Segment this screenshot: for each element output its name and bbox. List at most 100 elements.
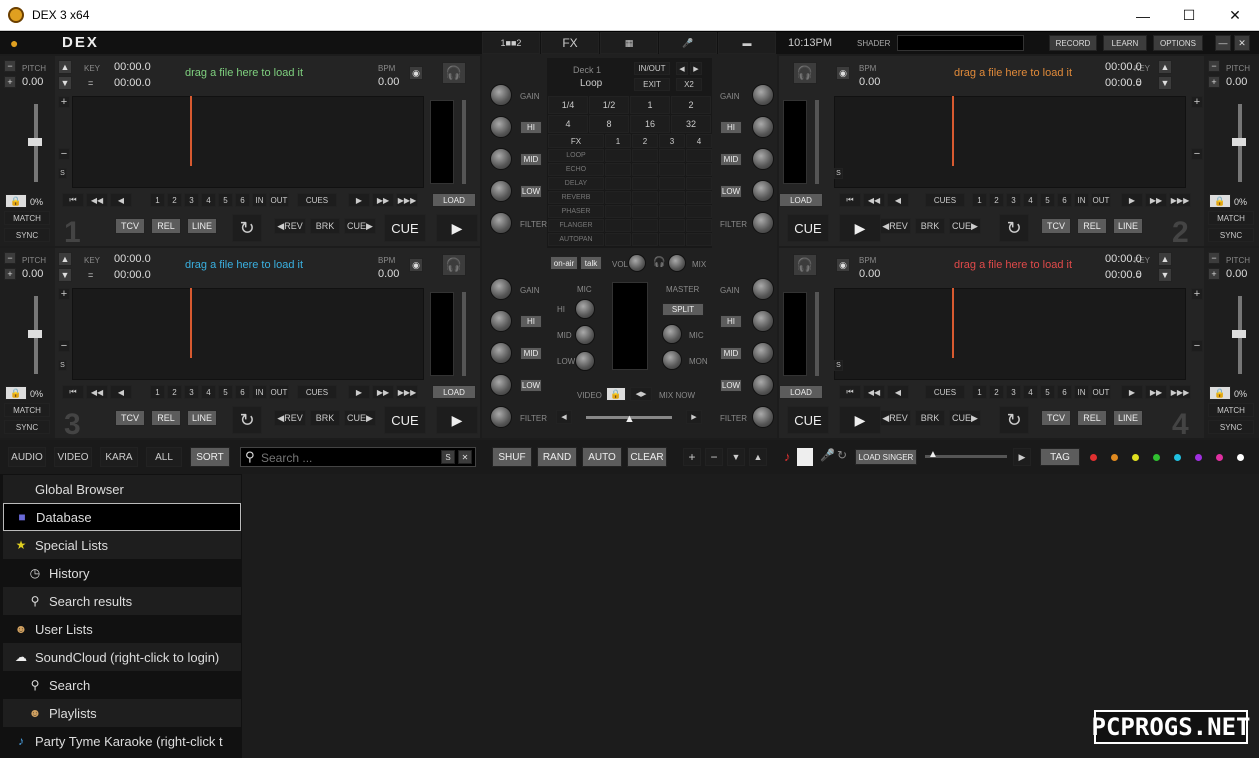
loop-size-4[interactable]: 4 [548, 115, 588, 133]
filter-audio-button[interactable]: AUDIO [8, 447, 46, 467]
deck1-hotcue-3[interactable]: 3 [184, 193, 199, 207]
crossfader-thumb[interactable]: ▲ [624, 413, 635, 429]
deck1-loop-out-button[interactable]: OUT [269, 193, 289, 207]
singer-next-button[interactable]: ▶ [1013, 448, 1031, 466]
fx-cell-6-3[interactable] [686, 233, 712, 246]
sidebar-item-3[interactable]: ◷ History [3, 559, 241, 587]
app-minimize-button[interactable]: — [1215, 35, 1231, 51]
mixer-right-top-filter-knob[interactable] [752, 212, 774, 234]
deck1-hotcue-6[interactable]: 6 [235, 193, 250, 207]
loop-size-7[interactable]: 32 [671, 115, 711, 133]
fx-cell-6-0[interactable] [605, 233, 631, 246]
minimize-button[interactable]: — [1120, 0, 1166, 31]
mixer-left-bottom-mid-knob[interactable] [490, 342, 512, 364]
maximize-button[interactable]: ☐ [1166, 0, 1212, 31]
deck3-transport-fwd-0[interactable]: ▶ [348, 385, 370, 399]
mic-mlow-knob[interactable] [575, 351, 595, 371]
deck2-hotcue-3[interactable]: 3 [1006, 193, 1021, 207]
deck2-play-button[interactable]: ▶ [839, 214, 881, 242]
deck4-hotcue-1[interactable]: 1 [972, 385, 987, 399]
deck2-key-down-button[interactable]: ▼ [1158, 76, 1172, 90]
shader-select[interactable] [897, 35, 1024, 51]
fx-cell-2-2[interactable] [659, 177, 685, 190]
close-button[interactable]: ✕ [1212, 0, 1258, 31]
video-swap-button[interactable]: ◀▶ [630, 387, 652, 401]
fx-cell-2-3[interactable] [686, 177, 712, 190]
deck4-reverse-button[interactable]: ◀REV [879, 410, 911, 426]
deck2-hotcue-6[interactable]: 6 [1057, 193, 1072, 207]
fx-cell-2-1[interactable] [632, 177, 658, 190]
mixer-right-bottom-mid-button[interactable]: MID [720, 347, 742, 360]
deck1-sync-loop-icon[interactable]: ↻ [232, 214, 262, 242]
deck4-pitch-plus-button[interactable]: + [1208, 268, 1220, 280]
fx-cell-6-1[interactable] [632, 233, 658, 246]
clear-button[interactable]: CLEAR [627, 447, 667, 467]
deck4-zoom-out-button[interactable]: − [1191, 340, 1203, 352]
deck2-hotcue-2[interactable]: 2 [989, 193, 1004, 207]
deck3-rel-button[interactable]: REL [151, 410, 181, 426]
deck2-loop-out-button[interactable]: OUT [1091, 193, 1111, 207]
deck4-transport-back-0[interactable]: ⏮ [839, 385, 861, 399]
deck2-brake-button[interactable]: BRK [915, 218, 945, 234]
fx-col-1[interactable]: 1 [605, 134, 631, 148]
deck3-hotcue-2[interactable]: 2 [167, 385, 182, 399]
tag-button[interactable]: TAG [1040, 448, 1080, 466]
shuffle-button[interactable]: SHUF [492, 447, 532, 467]
deck2-line-button[interactable]: LINE [1113, 218, 1143, 234]
mix-knob[interactable] [668, 254, 686, 272]
inout-button[interactable]: IN/OUT [634, 62, 670, 75]
fx-cell-5-1[interactable] [632, 219, 658, 232]
playlist-remove-button[interactable]: − [705, 448, 723, 466]
mixer-left-top-filter-knob[interactable] [490, 212, 512, 234]
deck4-loop-out-button[interactable]: OUT [1091, 385, 1111, 399]
deck4-sync-button[interactable]: SYNC [1208, 420, 1254, 434]
deck1-transport-back-0[interactable]: ⏮ [62, 193, 84, 207]
deck1-hotcue-4[interactable]: 4 [201, 193, 216, 207]
deck1-load-button[interactable]: LOAD [432, 193, 476, 207]
deck3-pitch-slider-thumb[interactable] [28, 330, 42, 338]
sidebar-item-8[interactable]: ☻ Playlists [3, 699, 241, 727]
deck2-tcv-button[interactable]: TCV [1041, 218, 1071, 234]
deck3-sync-loop-icon[interactable]: ↻ [232, 406, 262, 434]
sidebar-item-6[interactable]: ☁ SoundCloud (right-click to login) [3, 643, 241, 671]
split-button[interactable]: SPLIT [662, 303, 704, 316]
deck2-headphones-icon[interactable]: 🎧 [793, 62, 817, 84]
mic-icon[interactable]: 🎤 [820, 448, 835, 462]
deck2-pitch-minus-button[interactable]: − [1208, 60, 1220, 72]
tab-grid[interactable]: ▦ [600, 32, 658, 54]
mixer-left-top-hi-button[interactable]: HI [520, 121, 542, 134]
deck2-match-button[interactable]: MATCH [1208, 211, 1254, 225]
deck3-cue-button[interactable]: CUE [384, 406, 426, 434]
mixer-right-top-low-button[interactable]: LOW [720, 185, 742, 198]
deck1-pitch-minus-button[interactable]: − [4, 60, 16, 72]
tab-decks[interactable]: 1■■2 [482, 32, 540, 54]
deck2-hotcue-1[interactable]: 1 [972, 193, 987, 207]
fx-cell-2-0[interactable] [605, 177, 631, 190]
deck1-key-down-button[interactable]: ▼ [58, 76, 72, 90]
deck4-tcv-button[interactable]: TCV [1041, 410, 1071, 426]
deck4-volume-fader[interactable] [815, 292, 819, 376]
tag-color-5[interactable] [1195, 454, 1202, 461]
deck2-transport-fwd-2[interactable]: ▶▶▶ [1169, 193, 1191, 207]
mic-mmid-knob[interactable] [575, 325, 595, 345]
fx-cell-3-1[interactable] [632, 191, 658, 204]
deck3-transport-fwd-2[interactable]: ▶▶▶ [396, 385, 418, 399]
deck4-match-button[interactable]: MATCH [1208, 403, 1254, 417]
deck4-lock-icon[interactable]: 🔒 [1209, 386, 1231, 400]
deck4-hotcue-3[interactable]: 3 [1006, 385, 1021, 399]
deck2-hotcue-5[interactable]: 5 [1040, 193, 1055, 207]
mixer-left-bottom-gain-knob[interactable] [490, 278, 512, 300]
deck4-transport-fwd-0[interactable]: ▶ [1121, 385, 1143, 399]
mixer-right-bottom-gain-knob[interactable] [752, 278, 774, 300]
deck1-bpm-tap-button[interactable]: ◉ [409, 66, 423, 80]
deck1-transport-fwd-2[interactable]: ▶▶▶ [396, 193, 418, 207]
playlist-up-button[interactable]: ▲ [749, 448, 767, 466]
talk-button[interactable]: talk [580, 256, 602, 270]
deck3-zoom-out-button[interactable]: − [58, 340, 70, 352]
tab-screen[interactable]: ▬ [718, 32, 776, 54]
deck3-cue-play-button[interactable]: CUE▶ [344, 410, 376, 426]
deck2-lock-icon[interactable]: 🔒 [1209, 194, 1231, 208]
mixer-right-bottom-hi-knob[interactable] [752, 310, 774, 332]
mixer-left-top-gain-knob[interactable] [490, 84, 512, 106]
tag-color-7[interactable] [1237, 454, 1244, 461]
